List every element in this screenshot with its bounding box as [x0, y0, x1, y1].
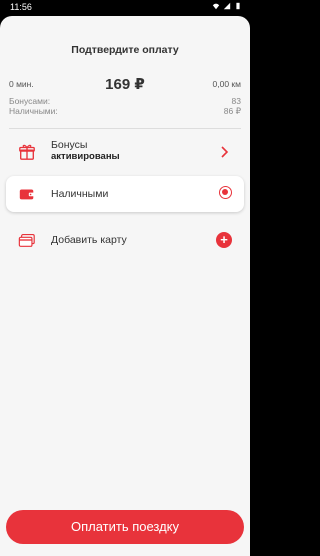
status-bar: 11:56 — [0, 0, 250, 14]
page-title: Подтвердите оплату — [71, 44, 179, 56]
pay-trip-button[interactable]: Оплатить поездку — [6, 510, 244, 544]
wifi-icon — [212, 3, 220, 10]
add-card-option[interactable]: Добавить карту + — [6, 222, 244, 258]
wallet-icon — [19, 189, 35, 200]
trip-stats: 0 мин. 169 ₽ 0,00 км — [0, 76, 250, 93]
credit-card-icon — [18, 234, 35, 247]
chevron-right-icon — [221, 146, 229, 158]
trip-summary: Подтвердите оплату 0 мин. 169 ₽ 0,00 км … — [0, 16, 250, 124]
cash-option[interactable]: Наличными — [6, 176, 244, 212]
trip-distance: 0,00 км — [212, 79, 241, 89]
balance-value: 86 ₽ — [223, 106, 241, 116]
divider — [9, 128, 241, 129]
status-icons — [212, 2, 242, 10]
add-card-label: Добавить карту — [51, 234, 127, 246]
cash-radio[interactable] — [219, 186, 232, 199]
signal-icon — [223, 2, 231, 10]
balance-row: Наличными: 86 ₽ — [9, 106, 241, 117]
cash-label: Наличными — [51, 188, 109, 200]
balance-label: Бонусами: — [9, 96, 51, 106]
bonus-option[interactable]: Бонусы активированы — [6, 134, 244, 170]
payment-screen: Подтвердите оплату 0 мин. 169 ₽ 0,00 км … — [0, 16, 250, 556]
gift-icon — [19, 144, 35, 160]
add-card-button[interactable]: + — [216, 232, 232, 248]
bonus-title: Бонусы — [51, 139, 88, 151]
status-time: 11:56 — [10, 2, 32, 12]
bonus-status: активированы — [51, 151, 120, 162]
balance-label: Наличными: — [9, 106, 58, 116]
balance-value: 83 — [231, 96, 241, 106]
battery-icon — [236, 2, 240, 10]
